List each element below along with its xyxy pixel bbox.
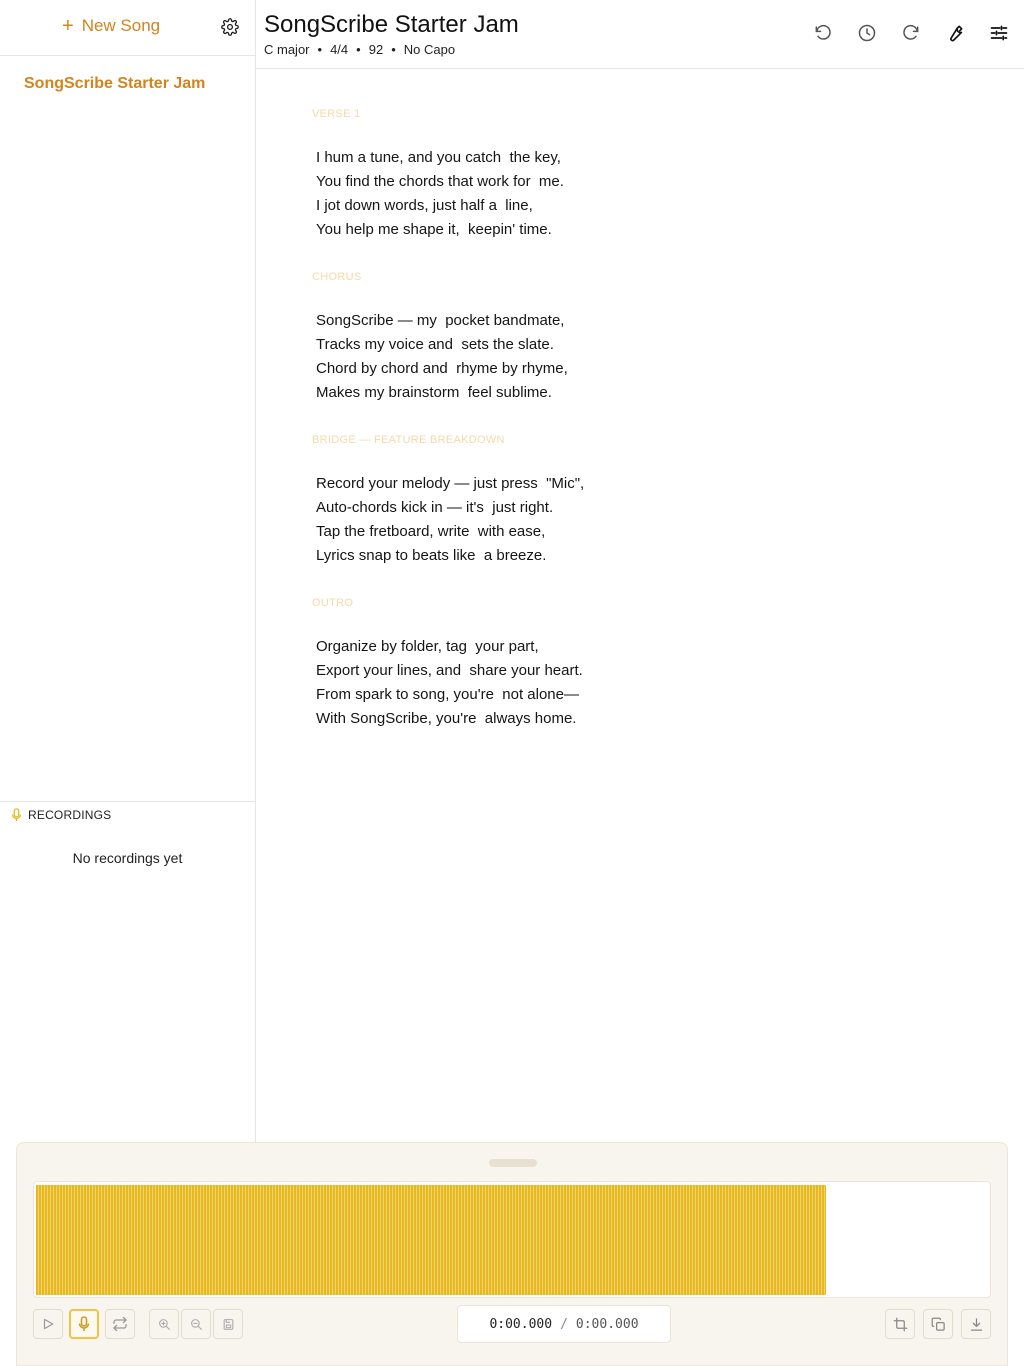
copy-button[interactable]: [923, 1309, 953, 1339]
app-root: + New Song SongScribe Starter Jam RECORD…: [0, 0, 1024, 1366]
song-title: SongScribe Starter Jam: [264, 11, 519, 38]
lyric-section: VERSE 1 I hum a tune, and you catch the …: [312, 108, 912, 242]
total-time: 0:00.000: [575, 1316, 639, 1332]
lyric-line[interactable]: Lyrics snap to beats like a breeze.: [312, 544, 912, 568]
section-label: VERSE 1: [312, 108, 361, 120]
new-song-label: New Song: [81, 16, 161, 35]
undo-button[interactable]: [812, 22, 834, 44]
lyric-line[interactable]: Organize by folder, tag your part,: [312, 635, 912, 659]
recordings-panel: RECORDINGS No recordings yet: [0, 801, 255, 866]
trim-button[interactable]: [885, 1309, 915, 1339]
section-label: CHORUS: [312, 271, 362, 283]
settings-sliders-button[interactable]: [988, 22, 1010, 44]
lyric-line[interactable]: From spark to song, you're not alone—: [312, 683, 912, 707]
section-label: OUTRO: [312, 597, 354, 609]
lyric-line[interactable]: You find the chords that work for me.: [312, 170, 912, 194]
lyric-section: BRIDGE — FEATURE BREAKDOWN Record your m…: [312, 434, 912, 568]
download-icon: [970, 1317, 982, 1331]
song-key: C major: [264, 42, 310, 57]
panel-drag-handle[interactable]: [489, 1159, 537, 1167]
sidebar: + New Song SongScribe Starter Jam RECORD…: [0, 0, 256, 1142]
player-controls: 0:00.000 / 0:00.000: [33, 1305, 991, 1343]
song-tempo: 92: [368, 42, 384, 57]
waveform: [36, 1185, 826, 1295]
redo-button[interactable]: [900, 22, 922, 44]
lyric-line[interactable]: Tracks my voice and sets the slate.: [312, 333, 912, 357]
waveform-area[interactable]: [33, 1181, 991, 1298]
song-meta: C major • 4/4 • 92 • No Capo: [264, 42, 455, 57]
zoom-in-icon: [158, 1318, 170, 1330]
mic-icon: [11, 808, 22, 822]
lyric-line[interactable]: Chord by chord and rhyme by rhyme,: [312, 357, 912, 381]
header-toolbar: [812, 22, 1010, 44]
lyric-line[interactable]: I jot down words, just half a line,: [312, 194, 912, 218]
song-header: SongScribe Starter Jam C major • 4/4 • 9…: [256, 0, 1024, 69]
copy-icon: [931, 1317, 945, 1331]
loop-icon: [113, 1316, 127, 1332]
gear-icon: [221, 18, 239, 36]
lyric-line[interactable]: Auto-chords kick in — it's just right.: [312, 496, 912, 520]
lyric-line[interactable]: Export your lines, and share your heart.: [312, 659, 912, 683]
song-capo: No Capo: [403, 42, 456, 57]
save-button[interactable]: [213, 1309, 243, 1339]
lyric-section: OUTRO Organize by folder, tag your part,…: [312, 597, 912, 731]
sidebar-header: + New Song: [0, 0, 255, 56]
recordings-empty-text: No recordings yet: [72, 850, 183, 866]
time-display: 0:00.000 / 0:00.000: [457, 1305, 671, 1343]
current-time: 0:00.000: [489, 1316, 553, 1332]
record-button[interactable]: [69, 1309, 99, 1339]
tools-button[interactable]: [944, 22, 966, 44]
lyric-line[interactable]: I hum a tune, and you catch the key,: [312, 146, 912, 170]
lyric-line[interactable]: Makes my brainstorm feel sublime.: [312, 381, 912, 405]
sliders-icon: [990, 25, 1008, 41]
meta-separator: •: [317, 42, 323, 57]
undo-icon: [815, 24, 831, 40]
new-song-button[interactable]: + New Song: [62, 16, 160, 36]
lyric-section: CHORUS SongScribe — my pocket bandmate, …: [312, 271, 912, 405]
wrench-icon: [950, 25, 963, 42]
settings-button[interactable]: [221, 18, 241, 38]
meta-separator: •: [391, 42, 396, 57]
lyrics-editor[interactable]: VERSE 1 I hum a tune, and you catch the …: [312, 108, 912, 760]
save-icon: [223, 1318, 233, 1330]
zoom-in-button[interactable]: [149, 1309, 179, 1339]
redo-icon: [903, 24, 919, 40]
recordings-title: RECORDINGS: [28, 808, 112, 822]
song-time-signature: 4/4: [330, 42, 349, 57]
zoom-out-icon: [190, 1318, 202, 1330]
play-button[interactable]: [33, 1309, 63, 1339]
lyric-line[interactable]: You help me shape it, keepin' time.: [312, 218, 912, 242]
play-icon: [43, 1318, 54, 1330]
audio-player-panel: 0:00.000 / 0:00.000: [16, 1142, 1008, 1366]
section-label: BRIDGE — FEATURE BREAKDOWN: [312, 434, 505, 446]
lyric-line[interactable]: Record your melody — just press "Mic",: [312, 472, 912, 496]
recordings-header: RECORDINGS: [0, 802, 255, 822]
plus-icon: +: [62, 15, 74, 37]
loop-button[interactable]: [105, 1309, 135, 1339]
lyric-line[interactable]: With SongScribe, you're always home.: [312, 707, 912, 731]
mic-icon: [78, 1316, 90, 1331]
zoom-out-button[interactable]: [181, 1309, 211, 1339]
crop-icon: [893, 1317, 907, 1331]
history-icon: [858, 24, 876, 42]
song-list-item[interactable]: SongScribe Starter Jam: [24, 75, 205, 93]
download-button[interactable]: [961, 1309, 991, 1339]
time-separator: /: [560, 1316, 568, 1332]
lyric-line[interactable]: SongScribe — my pocket bandmate,: [312, 309, 912, 333]
history-button[interactable]: [856, 22, 878, 44]
meta-separator: •: [356, 42, 361, 57]
lyric-line[interactable]: Tap the fretboard, write with ease,: [312, 520, 912, 544]
